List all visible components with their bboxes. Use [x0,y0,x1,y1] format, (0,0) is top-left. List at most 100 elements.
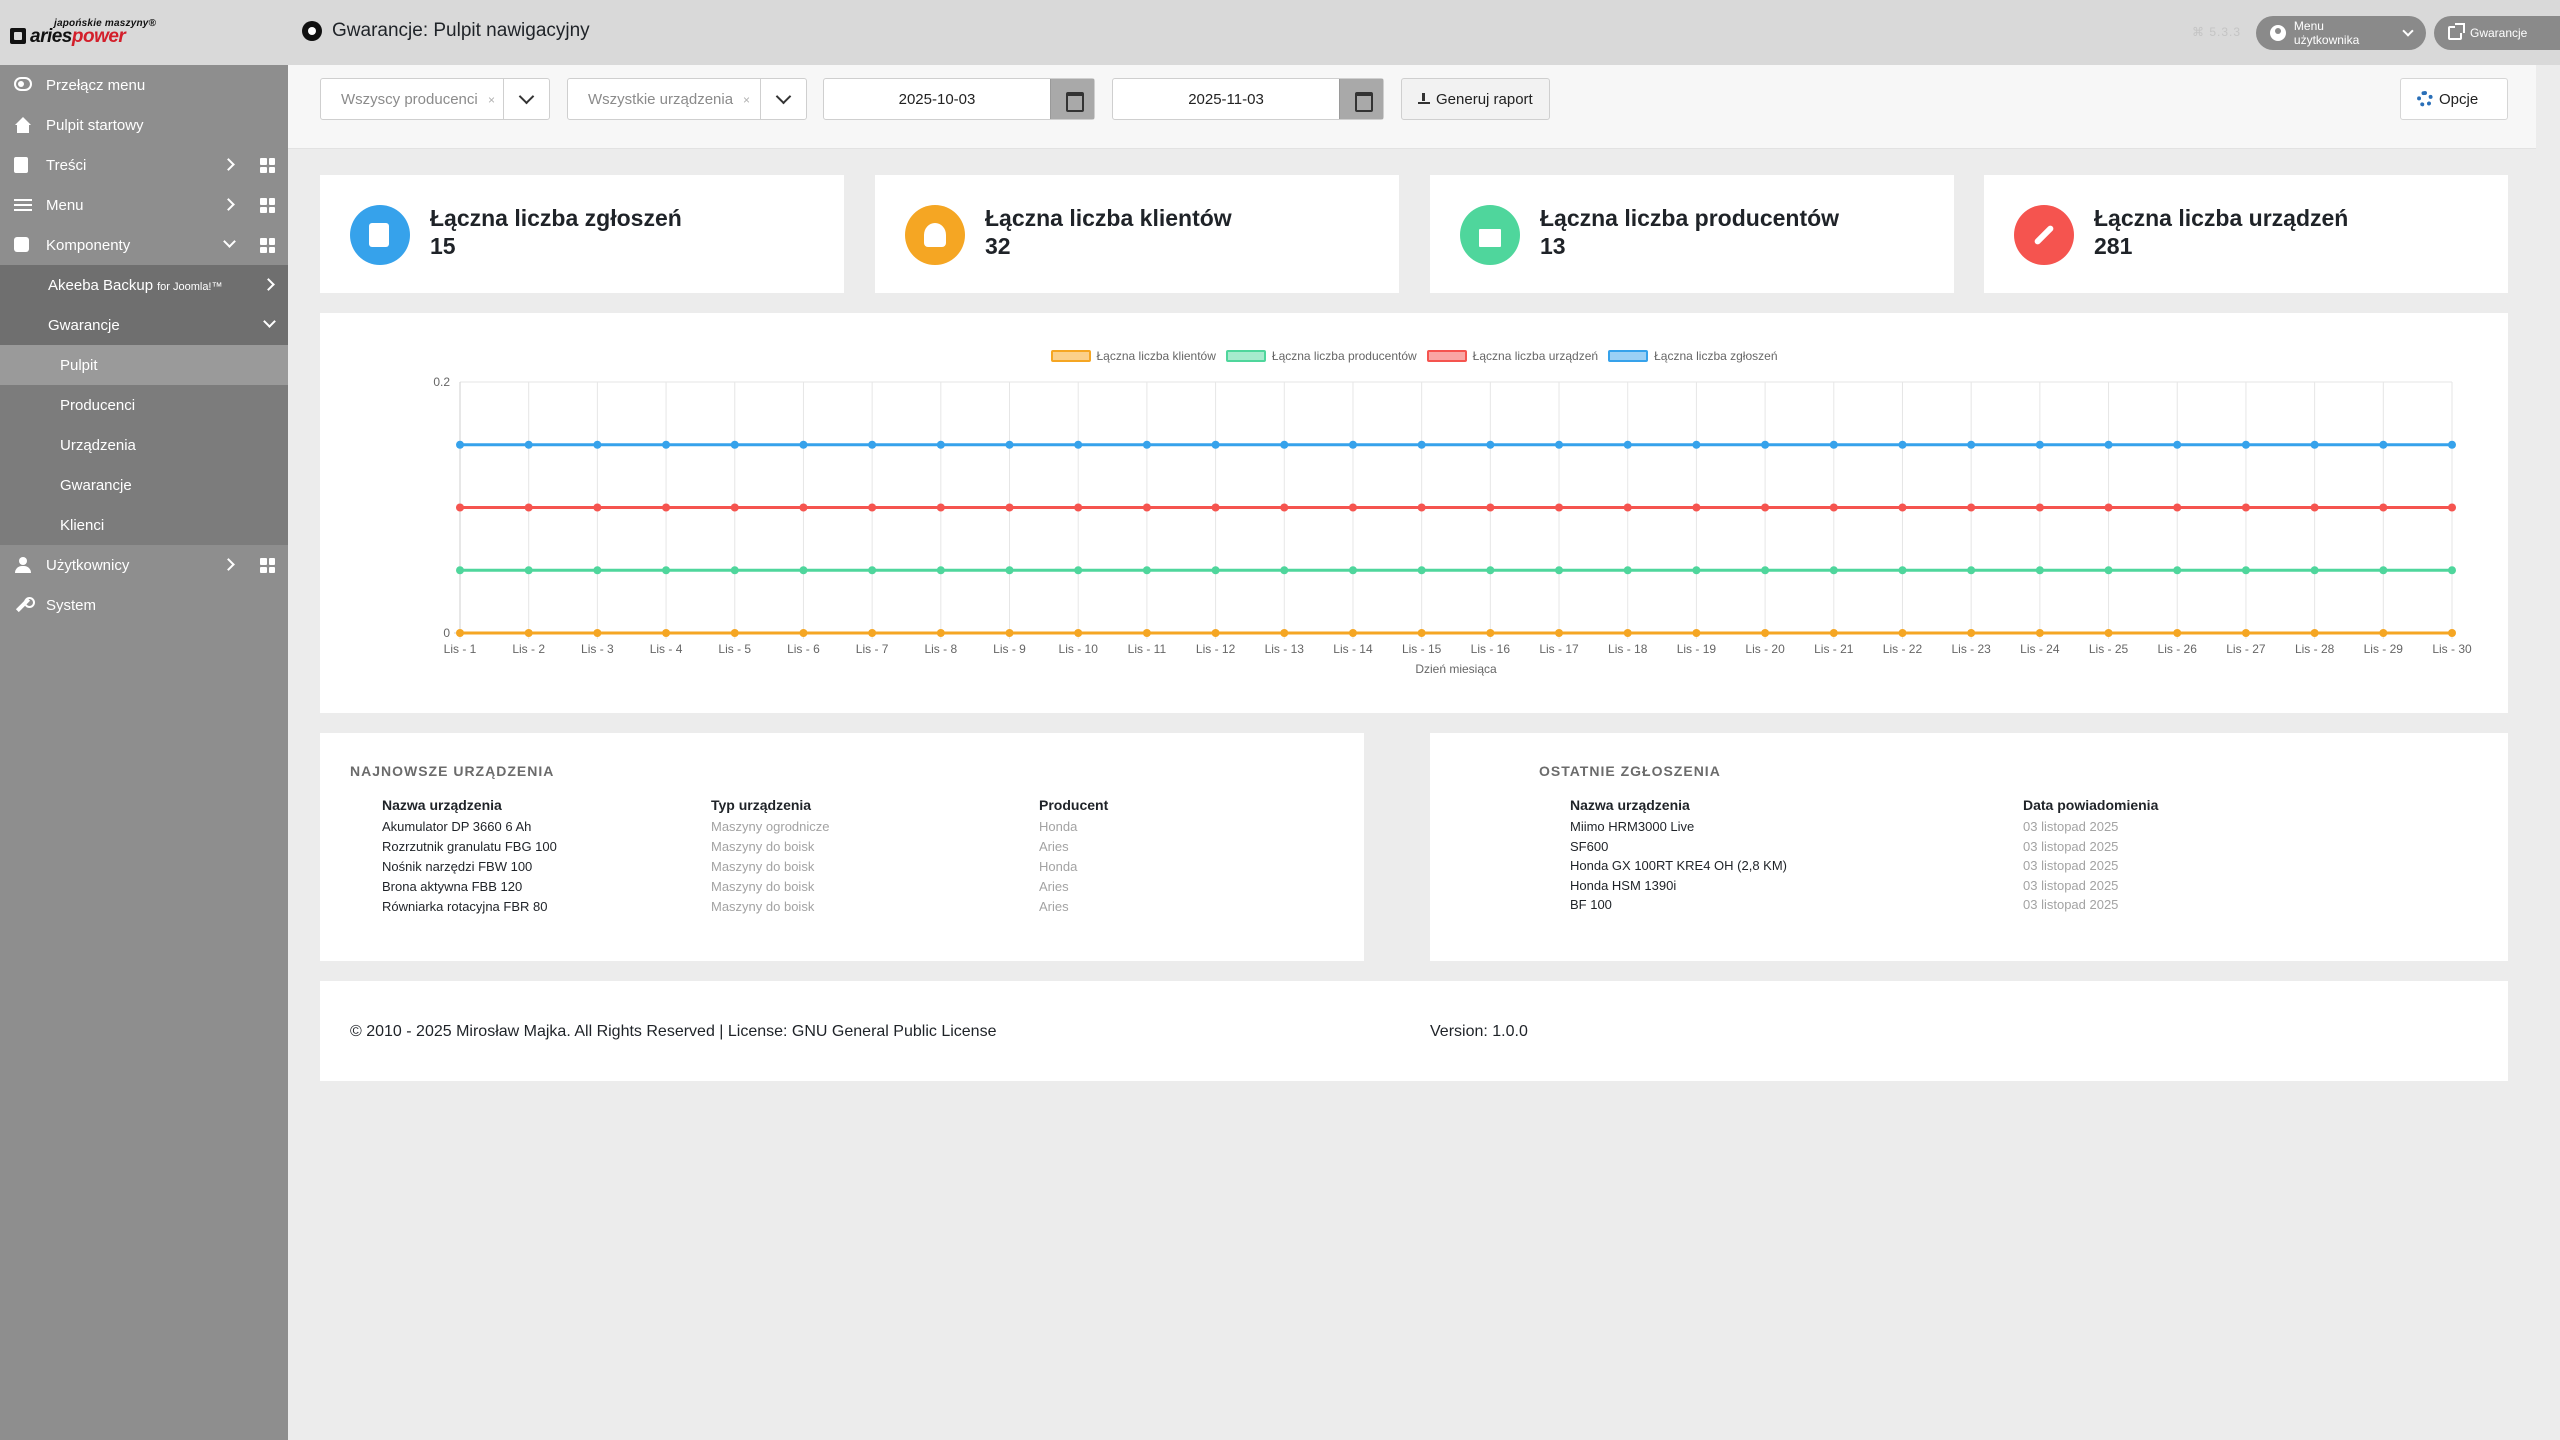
sidebar-item-system[interactable]: System [0,585,288,625]
date-from-field[interactable]: 2025-10-03 [823,78,1095,120]
clear-device-icon[interactable]: × [743,93,750,107]
file-icon [14,157,28,173]
table-cell[interactable]: Nośnik narzędzi FBW 100 [382,859,532,874]
data-point [662,503,671,512]
data-point [1348,440,1357,449]
table-cell: Maszyny do boisk [711,839,815,854]
brand-logo[interactable]: japońskie maszyny® ariespower [10,18,170,47]
column-header: Nazwa urządzenia [382,797,502,813]
factory-icon [1460,205,1520,265]
stats-line-chart: Łączna liczba klientów Łączna liczba pro… [320,313,2508,713]
chart-plot-area: 0.2 0 Lis - 1 Lis - 2 Lis - 3 Lis - 4 Lis - 5 L… [433,375,2472,676]
dashboard-grid-icon[interactable] [260,158,275,173]
sidebar-item-klienci[interactable]: Klienci [0,505,288,545]
data-point [593,629,602,637]
dashboard-grid-icon[interactable] [260,198,275,213]
table-cell[interactable]: Honda GX 100RT KRE4 OH (2,8 KM) [1570,858,1787,873]
stat-card-clients: Łączna liczba klientów 32 [875,175,1399,293]
producer-filter-select[interactable]: Wszyscy producenci × [320,78,550,120]
table-cell[interactable]: Akumulator DP 3660 6 Ah [382,819,531,834]
stat-value: 13 [1540,233,1566,259]
table-cell: 03 listopad 2025 [2023,858,2119,873]
table-cell[interactable]: Brona aktywna FBB 120 [382,879,522,894]
sidebar-item-producenci[interactable]: Producenci [0,385,288,425]
table-cell: Honda [1039,859,1078,874]
sidebar-item-content[interactable]: Treści [0,145,288,185]
sidebar-item-home[interactable]: Pulpit startowy [0,105,288,145]
data-point [662,629,671,637]
sidebar-toggle-menu[interactable]: Przełącz menu [0,65,288,105]
x-tick-label: Lis - 23 [1951,642,1991,656]
table-cell[interactable]: Honda HSM 1390i [1570,878,1676,893]
data-point [1761,503,1770,512]
data-point [1967,629,1976,637]
data-point [1555,629,1564,637]
x-tick-label: Lis - 26 [2158,642,2198,656]
site-link-button[interactable]: Gwarancje [2434,16,2560,50]
table-cell: Maszyny ogrodnicze [711,819,830,834]
clear-producer-icon[interactable]: × [488,93,495,107]
table-cell: Aries [1039,839,1069,854]
sidebar-item-urzadzenia[interactable]: Urządzenia [0,425,288,465]
sidebar-item-gwarancje[interactable]: Gwarancje [0,305,288,345]
data-point [1348,566,1357,575]
sidebar-item-menu[interactable]: Menu [0,185,288,225]
sidebar-item-akeeba-backup[interactable]: Akeeba Backup for Joomla!™ [0,265,288,305]
x-tick-label: Lis - 22 [1883,642,1923,656]
data-point [2310,629,2319,637]
data-point [1692,440,1701,449]
sidebar-item-pulpit[interactable]: Pulpit [0,345,288,385]
table-cell[interactable]: BF 100 [1570,897,1612,912]
date-to-field[interactable]: 2025-11-03 [1112,78,1384,120]
dashboard-grid-icon[interactable] [260,238,275,253]
table-cell[interactable]: SF600 [1570,839,1608,854]
data-point [524,629,533,637]
x-tick-label: Lis - 18 [1608,642,1648,656]
dashboard-grid-icon[interactable] [260,558,275,573]
table-cell[interactable]: Rozrzutnik granulatu FBG 100 [382,839,557,854]
data-point [1761,566,1770,575]
table-cell: Maszyny do boisk [711,899,815,914]
x-tick-label: Lis - 7 [856,642,889,656]
chevron-down-icon[interactable] [760,79,806,119]
stat-card-producers: Łączna liczba producentów 13 [1430,175,1954,293]
data-point [1692,629,1701,637]
data-point [456,440,464,449]
clipboard-icon [350,205,410,265]
stat-value: 32 [985,233,1011,259]
data-point [1417,566,1426,575]
generate-report-button[interactable]: Generuj raport [1401,78,1550,120]
stat-card-claims: Łączna liczba zgłoszeń 15 [320,175,844,293]
chevron-right-icon [222,158,235,171]
sidebar-item-users[interactable]: Użytkownicy [0,545,288,585]
newest-devices-panel: NAJNOWSZE URZĄDZENIA Nazwa urządzenia Ty… [320,733,1364,961]
x-tick-label: Lis - 10 [1059,642,1099,656]
sidebar: Przełącz menu Pulpit startowy Treści Men… [0,65,288,1440]
table-cell[interactable]: Miimo HRM3000 Live [1570,819,1694,834]
data-point [1417,440,1426,449]
sidebar-item-label: Pulpit startowy [46,117,144,134]
y-tick-label: 0 [443,626,450,640]
device-filter-select[interactable]: Wszystkie urządzenia × [567,78,807,120]
chevron-down-icon [223,235,236,248]
data-point [2035,440,2044,449]
data-point [1074,566,1083,575]
data-point [936,503,945,512]
sidebar-item-components[interactable]: Komponenty [0,225,288,265]
calendar-icon[interactable] [1050,79,1094,119]
options-label: Opcje [2439,90,2479,108]
data-point [1623,503,1632,512]
table-cell[interactable]: Równiarka rotacyjna FBR 80 [382,899,547,914]
sidebar-item-gwarancje-list[interactable]: Gwarancje [0,465,288,505]
calendar-icon[interactable] [1339,79,1383,119]
data-point [2310,566,2319,575]
options-button[interactable]: Opcje [2400,78,2508,120]
x-tick-label: Lis - 28 [2295,642,2335,656]
table-cell: 03 listopad 2025 [2023,838,2119,854]
recent-claims-panel: OSTATNIE ZGŁOSZENIA Nazwa urządzenia Dat… [1430,733,2508,961]
chevron-down-icon[interactable] [503,79,549,119]
user-menu-button[interactable]: Menu użytkownika [2256,16,2426,50]
data-point [2173,629,2182,637]
logo-wordmark: ariespower [30,26,126,47]
data-point [1829,440,1838,449]
